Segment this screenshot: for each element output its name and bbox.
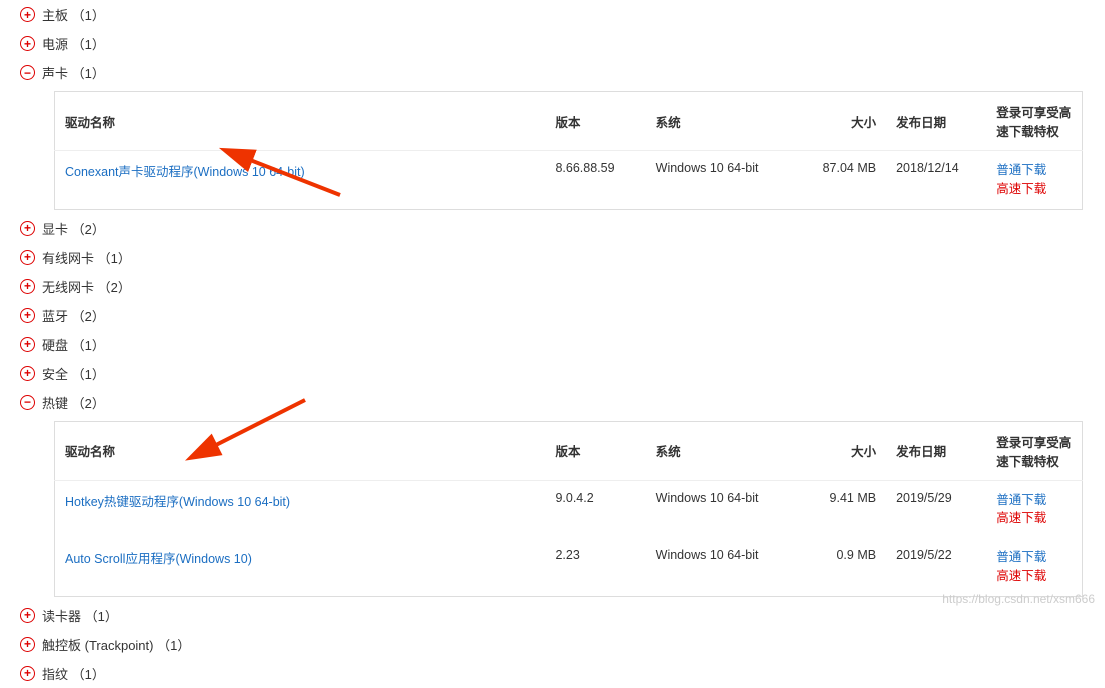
driver-table-sound: 驱动名称 版本 系统 大小 发布日期 登录可享受高速下载特权 Conexant声… — [54, 91, 1083, 210]
driver-name-link[interactable]: Conexant声卡驱动程序(Windows 10 64-bit) — [65, 165, 305, 179]
driver-name-link[interactable]: Auto Scroll应用程序(Windows 10) — [65, 552, 252, 566]
normal-download-link[interactable]: 普通下载 — [996, 161, 1072, 180]
driver-system: Windows 10 64-bit — [646, 538, 796, 596]
category-ethernet[interactable]: + 有线网卡 （1） — [12, 243, 1093, 272]
th-date: 发布日期 — [886, 92, 986, 151]
driver-date: 2018/12/14 — [886, 151, 986, 210]
category-hotkey[interactable]: − 热键 （2） — [12, 388, 1093, 417]
category-label: 无线网卡 （2） — [42, 277, 131, 296]
category-label: 有线网卡 （1） — [42, 248, 131, 267]
category-label: 指纹 （1） — [42, 664, 105, 683]
expand-icon[interactable]: + — [20, 250, 35, 265]
driver-system: Windows 10 64-bit — [646, 151, 796, 210]
th-name: 驱动名称 — [55, 421, 546, 480]
th-name: 驱动名称 — [55, 92, 546, 151]
driver-name-link[interactable]: Hotkey热键驱动程序(Windows 10 64-bit) — [65, 495, 290, 509]
category-label: 触控板 (Trackpoint) （1） — [42, 635, 190, 654]
category-gpu[interactable]: + 显卡 （2） — [12, 214, 1093, 243]
category-power[interactable]: + 电源 （1） — [12, 29, 1093, 58]
category-label: 安全 （1） — [42, 364, 105, 383]
driver-date: 2019/5/29 — [886, 480, 986, 538]
normal-download-link[interactable]: 普通下载 — [996, 491, 1072, 510]
category-bluetooth[interactable]: + 蓝牙 （2） — [12, 301, 1093, 330]
th-system: 系统 — [646, 92, 796, 151]
driver-version: 9.0.4.2 — [545, 480, 645, 538]
driver-size: 87.04 MB — [796, 151, 886, 210]
expand-icon[interactable]: + — [20, 279, 35, 294]
category-disk[interactable]: + 硬盘 （1） — [12, 330, 1093, 359]
th-download: 登录可享受高速下载特权 — [986, 421, 1082, 480]
category-label: 电源 （1） — [42, 34, 105, 53]
collapse-icon[interactable]: − — [20, 395, 35, 410]
th-size: 大小 — [796, 92, 886, 151]
category-security[interactable]: + 安全 （1） — [12, 359, 1093, 388]
driver-system: Windows 10 64-bit — [646, 480, 796, 538]
category-sound[interactable]: − 声卡 （1） — [12, 58, 1093, 87]
fast-download-link[interactable]: 高速下载 — [996, 509, 1072, 528]
th-version: 版本 — [545, 421, 645, 480]
category-label: 硬盘 （1） — [42, 335, 105, 354]
category-label: 显卡 （2） — [42, 219, 105, 238]
driver-row: Auto Scroll应用程序(Windows 10) 2.23 Windows… — [55, 538, 1083, 596]
driver-table-hotkey: 驱动名称 版本 系统 大小 发布日期 登录可享受高速下载特权 Hotkey热键驱… — [54, 421, 1083, 597]
th-download: 登录可享受高速下载特权 — [986, 92, 1082, 151]
th-version: 版本 — [545, 92, 645, 151]
expand-icon[interactable]: + — [20, 366, 35, 381]
category-label: 热键 （2） — [42, 393, 105, 412]
category-label: 读卡器 （1） — [42, 606, 118, 625]
category-label: 蓝牙 （2） — [42, 306, 105, 325]
expand-icon[interactable]: + — [20, 36, 35, 51]
category-label: 主板 （1） — [42, 5, 105, 24]
expand-icon[interactable]: + — [20, 608, 35, 623]
expand-icon[interactable]: + — [20, 221, 35, 236]
category-mainboard[interactable]: + 主板 （1） — [12, 0, 1093, 29]
expand-icon[interactable]: + — [20, 337, 35, 352]
driver-size: 0.9 MB — [796, 538, 886, 596]
fast-download-link[interactable]: 高速下载 — [996, 567, 1072, 586]
collapse-icon[interactable]: − — [20, 65, 35, 80]
category-cardreader[interactable]: + 读卡器 （1） — [12, 601, 1093, 630]
expand-icon[interactable]: + — [20, 308, 35, 323]
normal-download-link[interactable]: 普通下载 — [996, 548, 1072, 567]
category-fingerprint[interactable]: + 指纹 （1） — [12, 659, 1093, 688]
th-date: 发布日期 — [886, 421, 986, 480]
driver-row: Hotkey热键驱动程序(Windows 10 64-bit) 9.0.4.2 … — [55, 480, 1083, 538]
driver-date: 2019/5/22 — [886, 538, 986, 596]
category-wifi[interactable]: + 无线网卡 （2） — [12, 272, 1093, 301]
driver-size: 9.41 MB — [796, 480, 886, 538]
fast-download-link[interactable]: 高速下载 — [996, 180, 1072, 199]
category-label: 声卡 （1） — [42, 63, 105, 82]
driver-row: Conexant声卡驱动程序(Windows 10 64-bit) 8.66.8… — [55, 151, 1083, 210]
driver-version: 8.66.88.59 — [545, 151, 645, 210]
th-size: 大小 — [796, 421, 886, 480]
expand-icon[interactable]: + — [20, 637, 35, 652]
driver-version: 2.23 — [545, 538, 645, 596]
th-system: 系统 — [646, 421, 796, 480]
expand-icon[interactable]: + — [20, 7, 35, 22]
expand-icon[interactable]: + — [20, 666, 35, 681]
category-trackpoint[interactable]: + 触控板 (Trackpoint) （1） — [12, 630, 1093, 659]
watermark-text: https://blog.csdn.net/xsm666 — [942, 592, 1095, 606]
